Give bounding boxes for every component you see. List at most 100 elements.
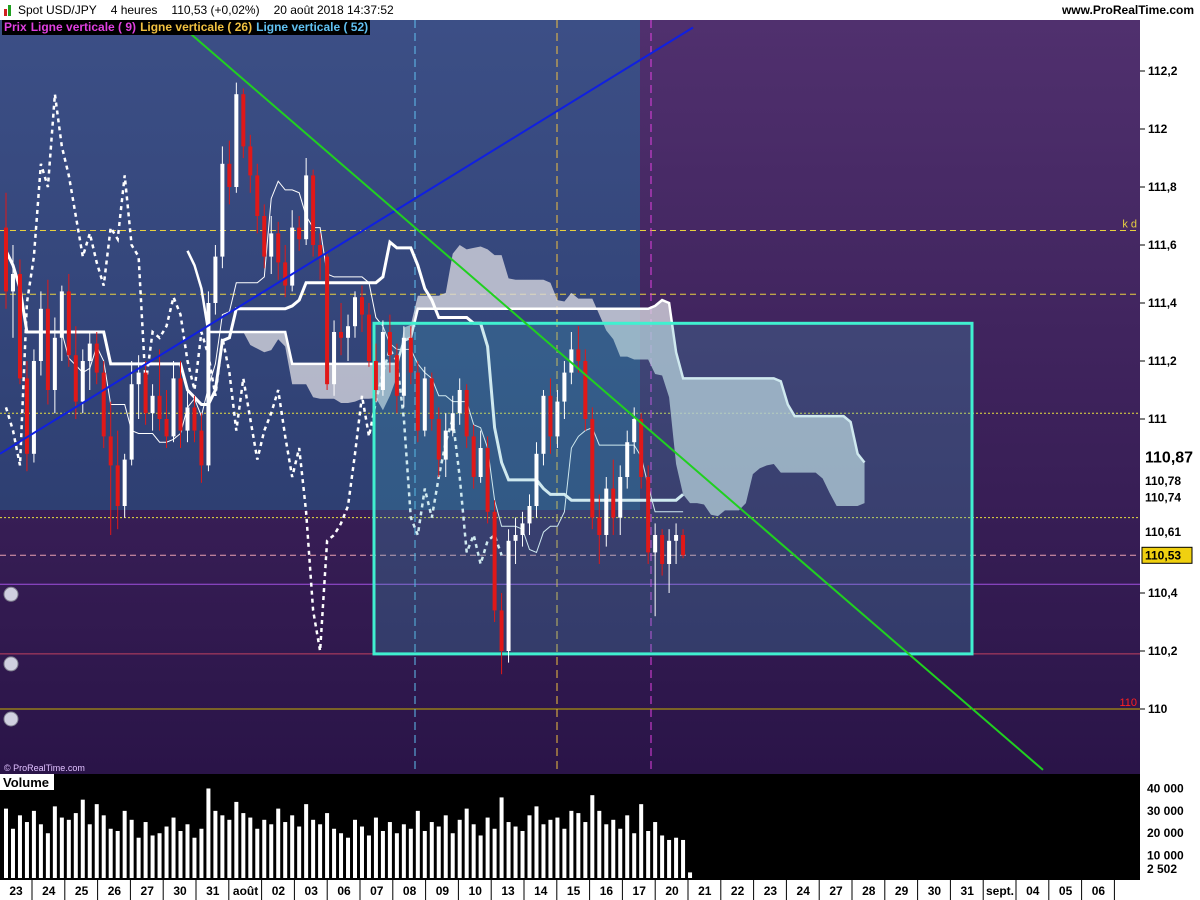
timeframe[interactable]: 4 heures: [111, 3, 158, 17]
volume-bar: [506, 822, 511, 878]
volume-bar: [10, 828, 15, 878]
x-tick-label: 29: [895, 884, 909, 898]
volume-bar: [255, 828, 260, 878]
candle-body: [136, 372, 141, 385]
x-tick-label: 05: [1059, 884, 1073, 898]
volume-bar: [625, 815, 630, 878]
alarm-bell-icon: [3, 586, 19, 602]
candle-body: [59, 291, 64, 338]
legend-vline-52[interactable]: Ligne verticale ( 52): [254, 20, 370, 35]
volume-label: Volume: [3, 775, 49, 790]
volume-bar: [66, 819, 71, 878]
candle-body: [276, 233, 281, 263]
watermark: © ProRealTime.com: [4, 763, 85, 773]
x-tick-label: 14: [534, 884, 548, 898]
candle-body: [478, 448, 483, 477]
price-tag: 110,87: [1145, 450, 1193, 467]
x-tick-label: 25: [75, 884, 89, 898]
volume-bar: [681, 839, 686, 878]
candle-body: [534, 453, 539, 506]
legend-vline-26[interactable]: Ligne verticale ( 26): [138, 20, 254, 35]
candle-body: [506, 540, 511, 651]
volume-bar: [108, 828, 113, 878]
volume-bar: [234, 801, 239, 878]
x-tick-label: 03: [305, 884, 319, 898]
volume-bar: [136, 837, 141, 878]
candle-body: [17, 274, 22, 379]
legend-price[interactable]: Prix: [2, 20, 29, 35]
volume-bar: [304, 804, 309, 878]
candle-body: [639, 419, 644, 477]
x-tick-label: 30: [928, 884, 942, 898]
x-tick-label: 26: [108, 884, 122, 898]
candle-body: [548, 395, 553, 437]
candle-body: [31, 361, 36, 454]
candle-body: [576, 349, 581, 361]
volume-bar: [604, 824, 609, 878]
volume-bar: [185, 824, 190, 878]
volume-bar: [199, 828, 204, 878]
y-tick-label: 111: [1148, 412, 1167, 426]
volume-bar: [548, 819, 553, 878]
legend-vline-9[interactable]: Ligne verticale ( 9): [29, 20, 138, 35]
x-tick-label: 06: [337, 884, 351, 898]
volume-bar: [4, 808, 8, 878]
volume-bar: [380, 831, 385, 878]
y-tick-label: 110,2: [1148, 644, 1178, 658]
candle-body: [80, 361, 85, 402]
volume-tick-label: 40 000: [1147, 781, 1184, 795]
volume-bar: [667, 839, 672, 878]
candle-body: [457, 390, 462, 414]
x-tick-label: 21: [698, 884, 712, 898]
site-url[interactable]: www.ProRealTime.com: [1062, 3, 1194, 17]
volume-bar: [143, 822, 148, 878]
volume-bar: [450, 833, 455, 878]
candle-body: [73, 355, 78, 402]
candle-body: [604, 488, 609, 535]
candle-body: [520, 523, 525, 535]
y-tick-label: 111,8: [1148, 180, 1177, 194]
candle-body: [590, 419, 595, 518]
volume-bar: [227, 819, 232, 878]
volume-bar: [87, 824, 92, 878]
volume-bar: [206, 788, 211, 878]
volume-bar: [653, 822, 658, 878]
y-tick-label: 110: [1148, 702, 1168, 716]
x-tick-label: 20: [665, 884, 679, 898]
candle-body: [597, 517, 602, 535]
candle-body: [94, 343, 99, 373]
volume-bar: [394, 833, 399, 878]
price-tag: 110,61: [1145, 525, 1181, 539]
candle-body: [429, 378, 434, 419]
volume-bar: [618, 828, 623, 878]
volume-bar: [311, 819, 316, 878]
y-tick-label: 111,4: [1148, 296, 1177, 310]
volume-bar: [492, 828, 497, 878]
volume-bar: [122, 810, 127, 878]
candle-body: [408, 337, 413, 373]
candle-body: [646, 477, 651, 553]
chart-window: Spot USD/JPY 4 heures 110,53 (+0,02%) 20…: [0, 0, 1200, 900]
x-tick-label: 10: [469, 884, 483, 898]
volume-bar: [73, 813, 78, 878]
volume-bar: [590, 795, 595, 878]
candle-body: [332, 332, 337, 385]
volume-bar: [241, 813, 246, 878]
price-tag: 110,53: [1145, 548, 1181, 562]
volume-bar: [485, 817, 490, 878]
volume-bar: [499, 797, 504, 878]
candle-body: [24, 378, 29, 454]
candle-body: [499, 610, 504, 651]
volume-bar: [262, 819, 267, 878]
volume-bar: [290, 815, 295, 878]
volume-bar: [94, 804, 99, 878]
volume-bar: [576, 813, 581, 878]
candle-body: [143, 372, 148, 414]
x-tick-label: 08: [403, 884, 417, 898]
volume-bar: [157, 833, 162, 878]
candle-body: [667, 540, 672, 564]
x-tick-label: 23: [9, 884, 23, 898]
candle-body: [346, 326, 351, 338]
x-tick-label: 17: [633, 884, 647, 898]
price-chart[interactable]: k d 110 112,2 112 111,8 111,6 111,4 111,2 111 11…: [0, 20, 1200, 900]
